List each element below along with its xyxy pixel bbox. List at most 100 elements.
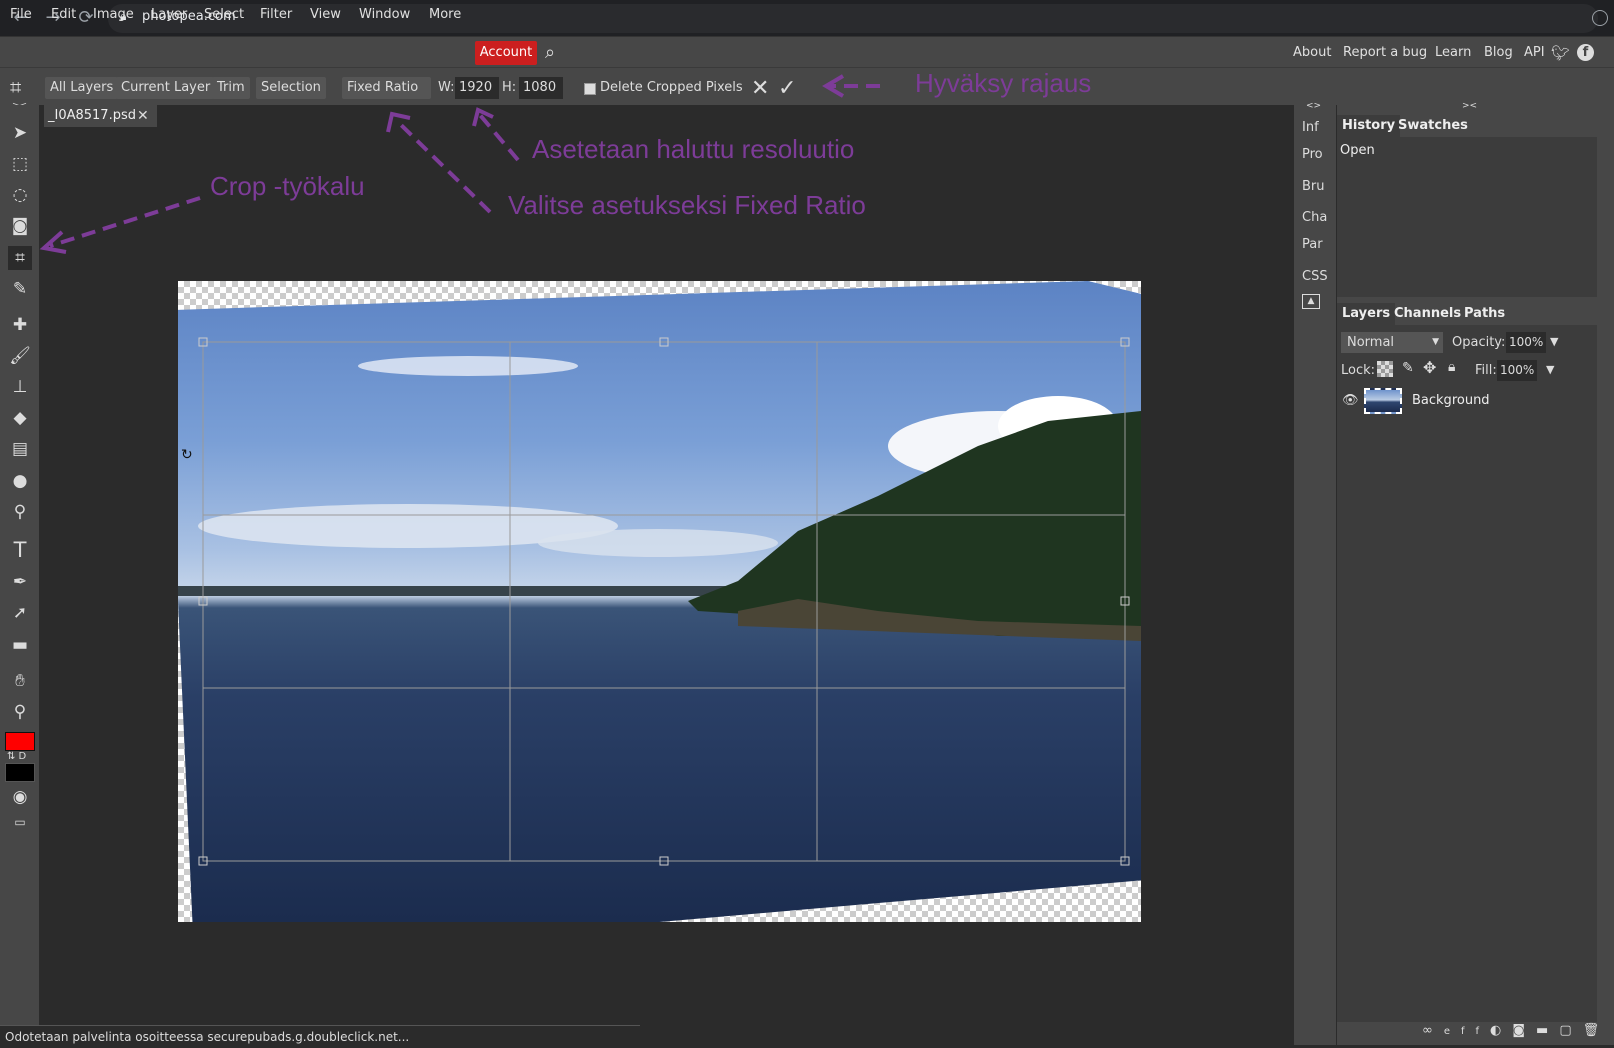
api-link[interactable]: API	[1524, 45, 1545, 60]
stamp-tool-icon[interactable]: ⊥	[8, 375, 32, 399]
effects-icon[interactable]: eff	[1444, 1026, 1490, 1037]
visibility-eye-icon[interactable]: 👁︎	[1342, 393, 1359, 408]
dodge-tool-icon[interactable]: ⚲	[8, 500, 32, 524]
panel-brush[interactable]: Bru	[1302, 179, 1325, 194]
delete-cropped-checkbox[interactable]	[584, 83, 596, 95]
background-color-swatch[interactable]	[5, 763, 35, 782]
folder-icon[interactable]: ▬	[1536, 1023, 1559, 1038]
eraser-tool-icon[interactable]: ◆	[8, 406, 32, 430]
rotate-cursor-icon: ↻	[181, 447, 193, 463]
gradient-tool-icon[interactable]: ▤	[8, 437, 32, 461]
hand-tool-icon[interactable]: ✋︎	[8, 669, 32, 693]
menu-window[interactable]: Window	[359, 7, 410, 22]
type-tool-icon[interactable]: T	[8, 538, 32, 562]
learn-link[interactable]: Learn	[1435, 45, 1471, 60]
annotation-accept-crop: Hyväksy rajaus	[915, 68, 1092, 98]
selection-button[interactable]: Selection	[256, 77, 326, 99]
menu-filter[interactable]: Filter	[260, 7, 292, 22]
facebook-icon[interactable]: f	[1577, 44, 1594, 61]
fill-input[interactable]: 100%	[1497, 360, 1537, 381]
opacity-label: Opacity:	[1452, 335, 1506, 350]
menu-edit[interactable]: Edit	[51, 7, 76, 22]
delete-cropped-label: Delete Cropped Pixels	[600, 80, 743, 95]
tab-layers[interactable]: Layers	[1337, 303, 1396, 325]
lasso-tool-icon[interactable]: ◌	[8, 183, 32, 207]
panel-css[interactable]: CSS	[1302, 269, 1328, 284]
healing-tool-icon[interactable]: ✚	[8, 313, 32, 337]
blog-link[interactable]: Blog	[1484, 45, 1513, 60]
tab-swatches[interactable]: Swatches	[1393, 115, 1473, 137]
expand-panels-icon[interactable]: <>	[1306, 101, 1321, 111]
trash-icon[interactable]: 🗑︎	[1583, 1023, 1611, 1038]
adjustment-icon[interactable]: ◐	[1490, 1023, 1512, 1038]
tab-paths[interactable]: Paths	[1459, 303, 1510, 325]
tab-channels[interactable]: Channels	[1389, 303, 1466, 325]
swap-colors-icon[interactable]: ⇅ D	[7, 751, 26, 762]
width-input[interactable]: 1920	[455, 77, 499, 99]
menu-file[interactable]: File	[10, 7, 32, 22]
all-layers-button[interactable]: All Layers	[45, 77, 119, 99]
annotation-set-resolution: Asetetaan haluttu resoluutio	[532, 134, 855, 164]
chevron-down-icon: ▼	[1432, 337, 1439, 347]
twitter-icon[interactable]: 🐦︎	[1551, 44, 1570, 62]
image-panel-icon[interactable]: ▲	[1302, 294, 1320, 309]
new-layer-icon[interactable]: ▢	[1559, 1023, 1582, 1038]
crop-tool-button[interactable]: ⌗	[8, 246, 32, 270]
pen-tool-icon[interactable]: ✒︎	[8, 570, 32, 594]
commit-crop-icon[interactable]: ✓	[778, 76, 796, 101]
marquee-tool-icon[interactable]: ⬚	[8, 152, 32, 176]
lake-photo[interactable]	[178, 281, 1141, 922]
account-button[interactable]: Account	[475, 41, 537, 65]
menu-image[interactable]: Image	[93, 7, 134, 22]
lock-position-icon[interactable]: ✥	[1423, 358, 1436, 377]
fill-dropdown-icon[interactable]: ▼	[1546, 363, 1554, 376]
fill-label: Fill:	[1475, 363, 1497, 378]
crop-tool-icon[interactable]: ⌗	[10, 75, 21, 99]
tab-history[interactable]: History	[1337, 115, 1401, 137]
height-input[interactable]: 1080	[519, 77, 563, 99]
menu-view[interactable]: View	[310, 7, 341, 22]
quick-mask-icon[interactable]: ◉	[8, 785, 32, 809]
collapse-panels-icon[interactable]: ><	[1462, 101, 1477, 111]
move-tool-icon[interactable]: ➤	[8, 121, 32, 145]
menu-layer[interactable]: Layer	[151, 7, 187, 22]
trim-button[interactable]: Trim	[212, 77, 250, 99]
width-label: W:	[438, 80, 455, 95]
path-select-tool-icon[interactable]: ➚	[8, 601, 32, 625]
cancel-crop-icon[interactable]: ✕	[751, 76, 769, 101]
panel-character[interactable]: Cha	[1302, 210, 1327, 225]
history-item[interactable]: Open	[1340, 143, 1375, 158]
panel-properties[interactable]: Pro	[1302, 147, 1323, 162]
ratio-mode-select[interactable]: Fixed Ratio ▼	[342, 77, 431, 116]
report-bug-link[interactable]: Report a bug	[1343, 45, 1427, 60]
zoom-tool-icon[interactable]: ⚲	[8, 700, 32, 724]
opacity-dropdown-icon[interactable]: ▼	[1550, 335, 1558, 348]
current-layer-button[interactable]: Current Layer	[116, 77, 216, 99]
menu-select[interactable]: Select	[204, 7, 244, 22]
layer-name[interactable]: Background	[1412, 393, 1490, 408]
opacity-input[interactable]: 100%	[1506, 332, 1546, 353]
menu-more[interactable]: More	[429, 7, 461, 22]
lock-all-icon[interactable]: 🔒︎	[1448, 359, 1455, 375]
quick-select-tool-icon[interactable]: ◙	[8, 214, 32, 238]
eyedropper-tool-icon[interactable]: ✎	[8, 277, 32, 301]
shape-tool-icon[interactable]: ▬	[8, 633, 32, 657]
brush-tool-icon[interactable]: 🖌︎	[8, 344, 32, 368]
close-icon[interactable]: ✕	[137, 105, 149, 127]
tools-panel	[0, 105, 39, 1025]
foreground-color-swatch[interactable]	[5, 732, 35, 751]
link-layers-icon[interactable]: ∞	[1422, 1023, 1444, 1038]
extension-icon[interactable]	[1592, 10, 1608, 26]
panel-paragraph[interactable]: Par	[1302, 237, 1323, 252]
panel-info[interactable]: Inf	[1302, 120, 1319, 135]
lock-paint-icon[interactable]: ✎	[1402, 360, 1414, 376]
blend-mode-select[interactable]: Normal ▼	[1341, 332, 1443, 353]
about-link[interactable]: About	[1293, 45, 1331, 60]
ratio-mode-label: Fixed Ratio	[347, 80, 419, 95]
lock-transparency-icon[interactable]	[1377, 361, 1393, 377]
screen-mode-icon[interactable]: ▭	[8, 810, 32, 834]
search-icon[interactable]: ⌕	[545, 42, 555, 63]
blur-tool-icon[interactable]: ●	[8, 469, 32, 493]
crop-overlay[interactable]	[178, 281, 1141, 922]
mask-icon[interactable]: ◙	[1512, 1023, 1536, 1038]
